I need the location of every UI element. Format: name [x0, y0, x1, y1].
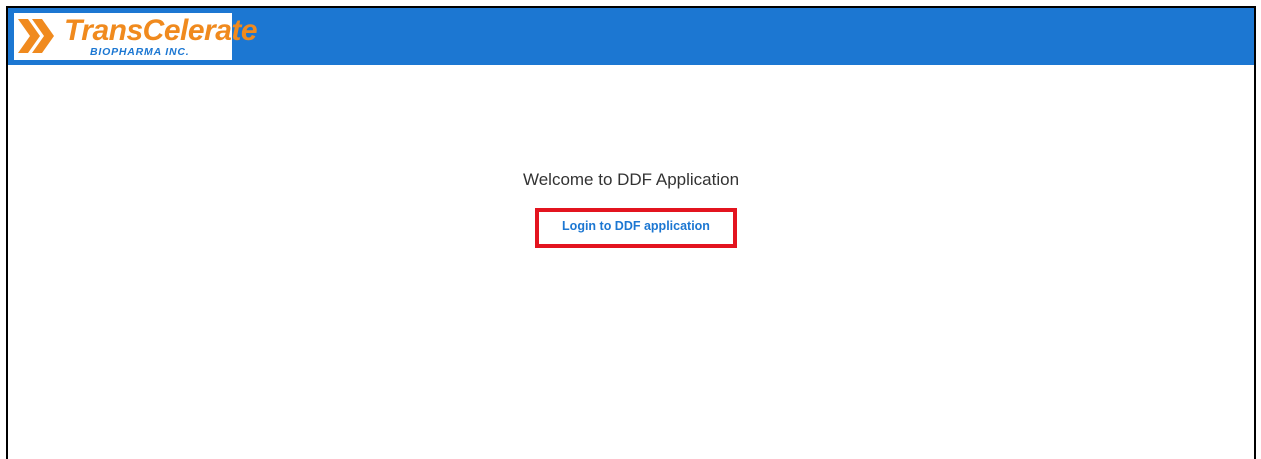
top-header-bar: TransCelerate BIOPHARMA INC.	[8, 8, 1254, 65]
double-chevron-logo-icon	[18, 19, 54, 53]
login-link-highlight-box: Login to DDF application	[535, 208, 737, 248]
login-link[interactable]: Login to DDF application	[539, 218, 733, 234]
app-window: TransCelerate BIOPHARMA INC. Welcome to …	[6, 6, 1256, 459]
main-content: Welcome to DDF Application Login to DDF …	[8, 65, 1254, 459]
welcome-heading: Welcome to DDF Application	[522, 170, 740, 189]
logo-subtitle: BIOPHARMA INC.	[90, 46, 190, 58]
logo-wordmark: TransCelerate	[64, 14, 258, 47]
transcelerate-logo[interactable]: TransCelerate BIOPHARMA INC.	[14, 13, 258, 60]
